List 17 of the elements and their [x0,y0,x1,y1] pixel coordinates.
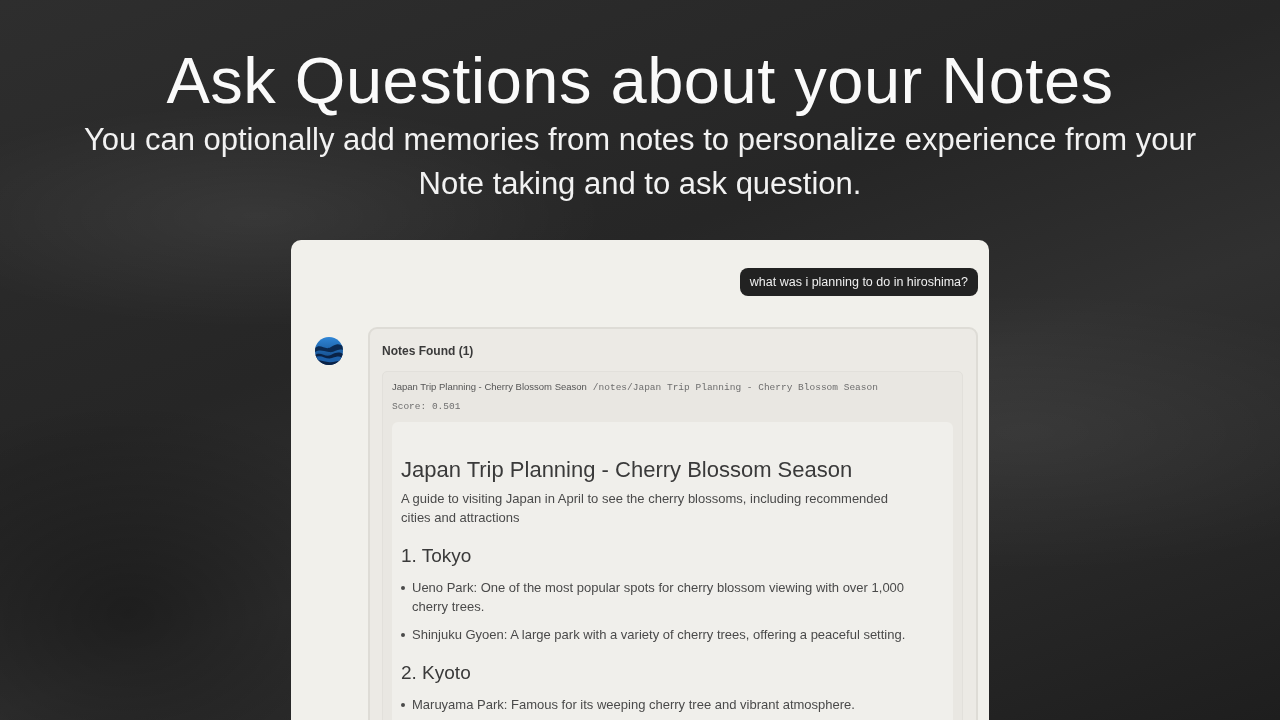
hero-subtitle: You can optionally add memories from notes to personalize experience from your Note taking and to ask question. [83,121,1197,203]
bullet-icon [401,586,405,590]
note-description: A guide to visiting Japan in April to see the cherry blossoms, including recommended cities and attractions [401,490,890,527]
list-item: Shinjuku Gyoen: A large park with a variety of cherry trees, offering a peaceful setting. [412,626,906,644]
list-item: Ueno Park: One of the most popular spots for cherry blossom viewing with over 1,000 cherry trees. [412,579,906,616]
bullet-icon [401,633,405,637]
result-path: /notes/Japan Trip Planning - Cherry Blossom Season [592,381,878,395]
notes-found-heading: Notes Found (1) [382,343,475,360]
section-heading: 1. Tokyo [401,544,473,568]
user-message: what was i planning to do in hiroshima? [739,268,978,296]
result-title: Japan Trip Planning - Cherry Blossom Season [392,380,587,394]
hero-title: Ask Questions about your Notes [166,44,1114,118]
section-heading: 2. Kyoto [401,661,472,685]
list-item: Maruyama Park: Famous for its weeping cherry tree and vibrant atmosphere. [412,696,855,714]
bullet-icon [401,703,405,707]
result-score: Score: 0.501 [392,400,462,414]
note-title: Japan Trip Planning - Cherry Blossom Season [401,456,854,484]
